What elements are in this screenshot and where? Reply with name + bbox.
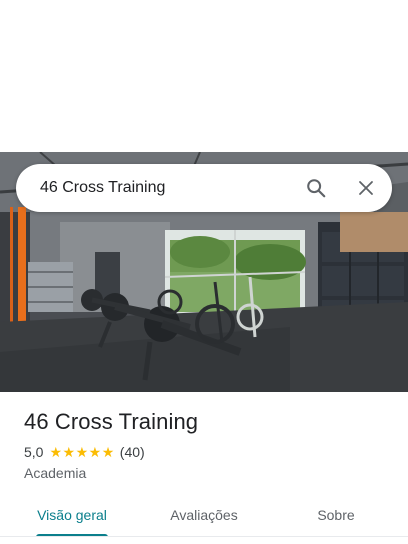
rating-row[interactable]: 5,0 ★ ★ ★ ★ ★ (40): [24, 444, 145, 460]
star-icon: ★: [62, 444, 76, 460]
close-icon: [359, 181, 373, 195]
search-icon: [307, 179, 326, 198]
place-title: 46 Cross Training: [24, 409, 199, 434]
close-button[interactable]: [342, 164, 390, 212]
tab-about[interactable]: Sobre: [288, 494, 384, 536]
search-box[interactable]: 46 Cross Training: [16, 164, 392, 212]
star-icon: ★: [88, 444, 102, 460]
place-tabs: Visão geral Avaliações Sobre: [0, 494, 408, 537]
review-count[interactable]: (40): [120, 444, 145, 460]
place-details-screen: 46 Cross Training 46 Cross Training 5,0 …: [0, 0, 408, 544]
search-input[interactable]: 46 Cross Training: [16, 179, 292, 197]
star-icon: ★: [101, 444, 115, 460]
tab-overview[interactable]: Visão geral: [24, 494, 120, 536]
place-category: Academia: [24, 465, 87, 481]
search-button[interactable]: [292, 164, 340, 212]
star-icon: ★: [49, 444, 63, 460]
rating-stars: ★ ★ ★ ★ ★: [49, 445, 114, 459]
tabs-divider: [0, 536, 408, 537]
star-icon: ★: [75, 444, 89, 460]
rating-value: 5,0: [24, 444, 44, 460]
tab-reviews[interactable]: Avaliações: [156, 494, 252, 536]
